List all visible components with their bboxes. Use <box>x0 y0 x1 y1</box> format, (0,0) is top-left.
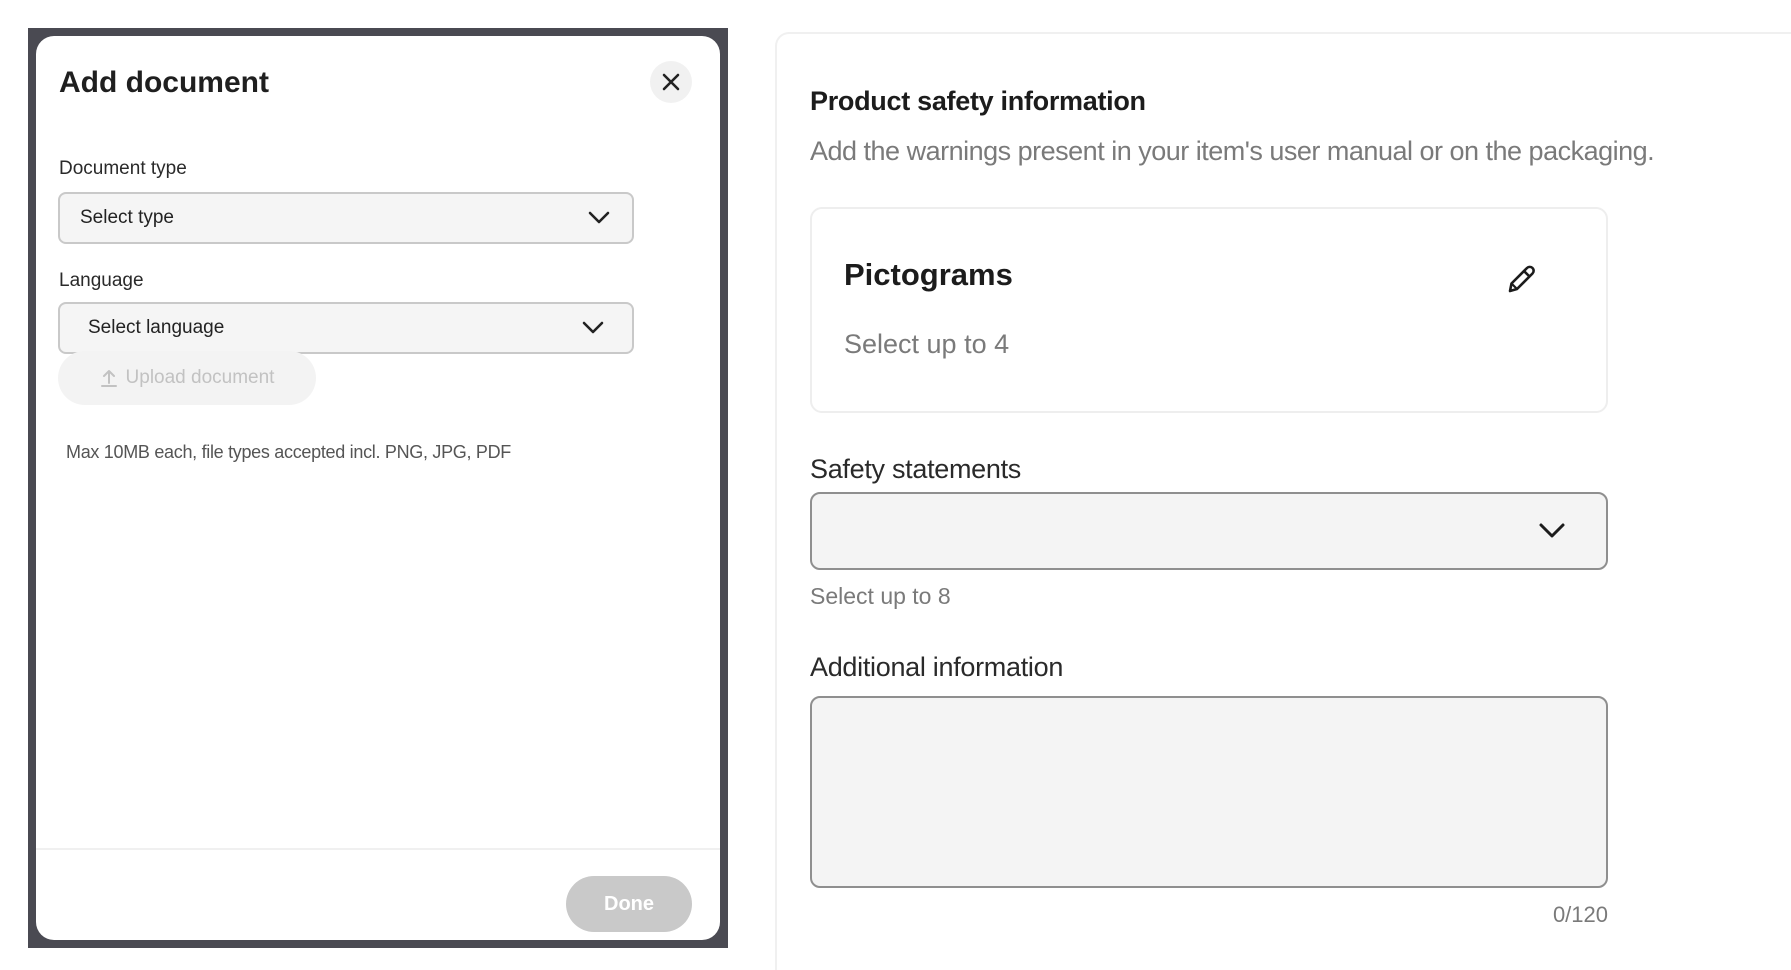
upload-document-button[interactable]: Upload document <box>58 351 316 405</box>
footer-divider <box>36 848 720 850</box>
upload-icon <box>100 370 117 387</box>
pictograms-card: Pictograms Select up to 4 <box>810 207 1608 413</box>
document-type-label: Document type <box>59 158 187 179</box>
close-icon <box>662 73 680 91</box>
pencil-icon <box>1508 265 1535 293</box>
safety-statements-label: Safety statements <box>810 454 1022 484</box>
add-document-modal: Add document Document type Select type L… <box>36 36 720 940</box>
safety-statements-select[interactable] <box>810 492 1608 570</box>
language-label: Language <box>59 270 144 291</box>
pictograms-title: Pictograms <box>844 257 1013 292</box>
modal-backdrop: Add document Document type Select type L… <box>28 28 728 948</box>
language-select[interactable]: Select language <box>58 302 634 354</box>
section-title: Product safety information <box>810 86 1146 116</box>
file-type-hint: Max 10MB each, file types accepted incl.… <box>66 442 511 462</box>
additional-information-label: Additional information <box>810 652 1064 682</box>
pictograms-hint: Select up to 4 <box>844 329 1010 359</box>
edit-pictograms-button[interactable] <box>1496 255 1544 303</box>
done-button[interactable]: Done <box>566 876 692 932</box>
modal-title: Add document <box>59 66 269 99</box>
chevron-down-icon <box>1539 523 1565 538</box>
character-counter: 0/120 <box>1552 902 1608 927</box>
section-subtitle: Add the warnings present in your item's … <box>810 136 1655 166</box>
chevron-down-icon <box>588 211 610 224</box>
safety-statements-hint: Select up to 8 <box>810 583 951 609</box>
chevron-down-icon <box>582 321 604 334</box>
close-button[interactable] <box>650 61 692 103</box>
language-value: Select language <box>88 317 225 338</box>
document-type-value: Select type <box>80 207 174 228</box>
additional-information-input[interactable] <box>810 696 1608 888</box>
upload-document-label: Upload document <box>125 367 275 388</box>
document-type-select[interactable]: Select type <box>58 192 634 244</box>
